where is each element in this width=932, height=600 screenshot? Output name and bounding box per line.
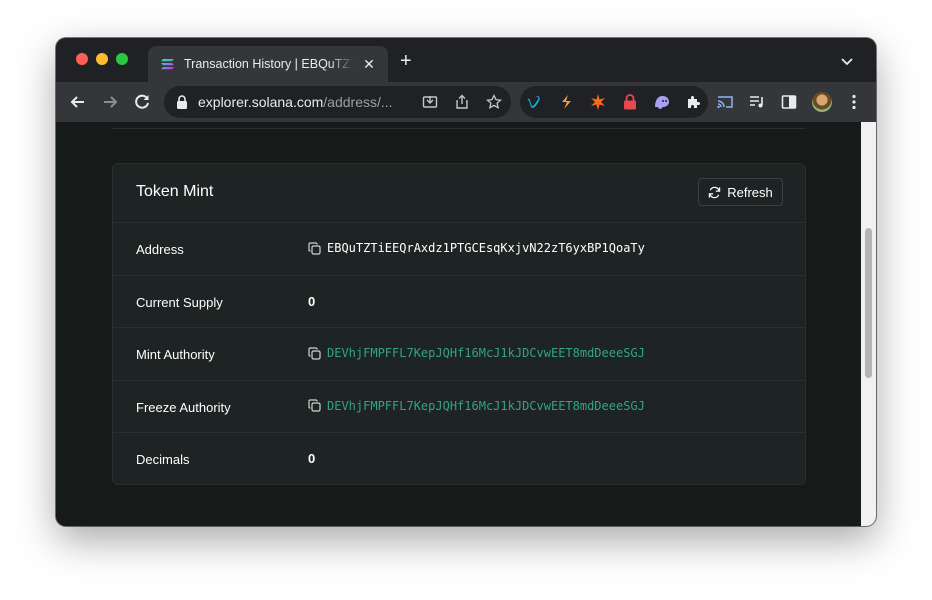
forward-arrow-icon[interactable] bbox=[100, 92, 120, 112]
swap-extension-icon[interactable] bbox=[558, 94, 574, 110]
row-decimals: Decimals 0 bbox=[113, 433, 805, 486]
browser-window: Transaction History | EBQuTZTiEEQrAxdz1P… bbox=[56, 38, 876, 526]
freeze-authority-link[interactable]: DEVhjFMPFFL7KepJQHf16McJ1kJDCvwEET8mdDee… bbox=[327, 399, 645, 413]
side-panel-icon[interactable] bbox=[781, 94, 797, 110]
lock-icon bbox=[177, 95, 187, 109]
page-viewport: Token Mint Refresh Address EBQuTZTiEEQrA… bbox=[56, 122, 861, 526]
share-icon[interactable] bbox=[454, 94, 470, 110]
page-scrollbar[interactable] bbox=[861, 122, 876, 526]
decimals-value: 0 bbox=[308, 451, 316, 467]
lock-extension-icon[interactable] bbox=[622, 94, 638, 110]
copy-icon[interactable] bbox=[308, 241, 321, 255]
url-text: explorer.solana.com/address/... bbox=[198, 94, 393, 110]
row-label: Freeze Authority bbox=[136, 399, 231, 415]
refresh-button[interactable]: Refresh bbox=[698, 178, 783, 206]
active-tab[interactable]: Transaction History | EBQuTZTiEEQrAxdz1P… bbox=[148, 46, 388, 82]
maximize-window-button[interactable] bbox=[116, 53, 128, 65]
vimeo-extension-icon[interactable] bbox=[526, 94, 542, 110]
copy-icon[interactable] bbox=[308, 347, 321, 360]
card-header: Token Mint Refresh bbox=[113, 164, 805, 223]
refresh-label: Refresh bbox=[727, 184, 773, 200]
solana-logo-icon bbox=[161, 59, 174, 70]
close-window-button[interactable] bbox=[76, 53, 88, 65]
mint-authority-link[interactable]: DEVhjFMPFFL7KepJQHf16McJ1kJDCvwEET8mdDee… bbox=[327, 346, 645, 360]
extensions-bar bbox=[520, 86, 708, 118]
row-freeze-authority: Freeze Authority DEVhjFMPFFL7KepJQHf16Mc… bbox=[113, 381, 805, 434]
profile-avatar[interactable] bbox=[812, 92, 832, 112]
close-tab-icon[interactable]: ✕ bbox=[360, 56, 378, 73]
bookmark-star-icon[interactable] bbox=[486, 94, 502, 110]
minimize-window-button[interactable] bbox=[96, 53, 108, 65]
tab-title: Transaction History | EBQuTZTiEEQrAxdz1P… bbox=[184, 57, 354, 71]
row-address: Address EBQuTZTiEEQrAxdz1PTGCEsqKxjvN22z… bbox=[113, 223, 805, 276]
phantom-ghost-icon[interactable] bbox=[654, 94, 670, 110]
row-label: Decimals bbox=[136, 452, 190, 468]
token-mint-card: Token Mint Refresh Address EBQuTZTiEEQrA… bbox=[112, 163, 806, 485]
row-label: Mint Authority bbox=[136, 347, 215, 363]
row-mint-authority: Mint Authority DEVhjFMPFFL7KepJQHf16McJ1… bbox=[113, 328, 805, 381]
chevron-down-icon[interactable] bbox=[840, 54, 854, 68]
install-app-icon[interactable] bbox=[422, 94, 438, 110]
reload-icon[interactable] bbox=[132, 92, 152, 112]
media-queue-icon[interactable] bbox=[749, 94, 765, 110]
card-title: Token Mint bbox=[136, 183, 214, 200]
address-value: EBQuTZTiEEQrAxdz1PTGCEsqKxjvN22zT6yxBP1Q… bbox=[327, 241, 645, 255]
browser-toolbar: explorer.solana.com/address/... bbox=[56, 82, 876, 122]
new-tab-button[interactable]: + bbox=[400, 51, 412, 71]
section-divider bbox=[112, 128, 805, 129]
row-label: Address bbox=[136, 242, 184, 257]
copy-icon[interactable] bbox=[308, 399, 321, 412]
tab-strip: Transaction History | EBQuTZTiEEQrAxdz1P… bbox=[56, 38, 876, 82]
burst-extension-icon[interactable] bbox=[590, 94, 606, 110]
refresh-icon bbox=[709, 186, 721, 198]
address-bar[interactable]: explorer.solana.com/address/... bbox=[164, 86, 511, 118]
current-supply-value: 0 bbox=[308, 293, 316, 309]
more-menu-icon[interactable] bbox=[852, 94, 856, 110]
scrollbar-thumb[interactable] bbox=[865, 228, 872, 378]
puzzle-extensions-icon[interactable] bbox=[686, 94, 702, 110]
row-current-supply: Current Supply 0 bbox=[113, 276, 805, 329]
back-arrow-icon[interactable] bbox=[68, 92, 88, 112]
cast-icon[interactable] bbox=[717, 94, 733, 110]
row-label: Current Supply bbox=[136, 294, 223, 310]
